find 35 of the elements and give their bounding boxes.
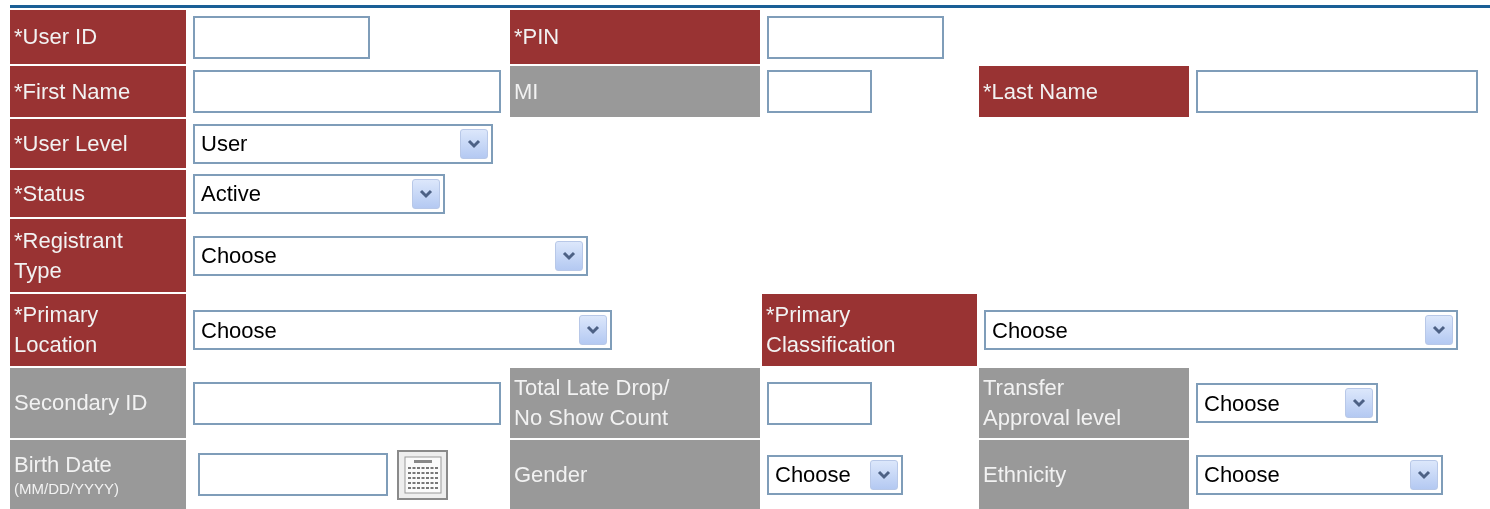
field-label: *Status <box>14 179 86 208</box>
field-label: Ethnicity <box>983 460 1068 489</box>
field-label: Total Late Drop/ No Show Count <box>514 374 671 432</box>
field-label: Transfer Approval level <box>983 374 1123 432</box>
field-label: *Primary Location <box>14 301 100 359</box>
text-input[interactable] <box>193 15 370 59</box>
field-label: Birth Date <box>14 450 113 479</box>
text-input[interactable] <box>767 70 872 113</box>
field-label: *User ID <box>14 23 99 52</box>
dropdown[interactable]: Choose <box>1196 383 1378 423</box>
dropdown[interactable]: Active <box>193 173 445 214</box>
text-input[interactable] <box>767 381 872 425</box>
dropdown[interactable]: User <box>193 123 493 164</box>
date-input[interactable] <box>198 453 388 496</box>
field-label: *Registrant Type <box>14 226 124 285</box>
field-label: Gender <box>514 460 589 489</box>
field-label: *Primary Classification <box>766 301 897 359</box>
dropdown[interactable]: Choose <box>767 454 903 495</box>
text-input[interactable] <box>1196 70 1478 113</box>
text-input[interactable] <box>193 381 501 425</box>
dropdown[interactable]: Choose <box>984 310 1458 350</box>
dropdown[interactable]: Choose <box>1196 454 1443 495</box>
field-label: *PIN <box>514 23 561 52</box>
field-label: Secondary ID <box>14 389 149 418</box>
field-label: *First Name <box>14 77 132 106</box>
calendar-icon <box>403 455 442 494</box>
field-label: MI <box>514 77 540 106</box>
dropdown[interactable]: Choose <box>193 235 588 276</box>
format-hint: (MM/DD/YYYY) <box>14 479 120 500</box>
field-label: *User Level <box>14 129 129 158</box>
text-input[interactable] <box>767 15 944 59</box>
text-input[interactable] <box>193 70 501 113</box>
field-label: *Last Name <box>983 77 1099 106</box>
dropdown[interactable]: Choose <box>193 310 612 350</box>
calendar-button[interactable] <box>397 449 448 500</box>
